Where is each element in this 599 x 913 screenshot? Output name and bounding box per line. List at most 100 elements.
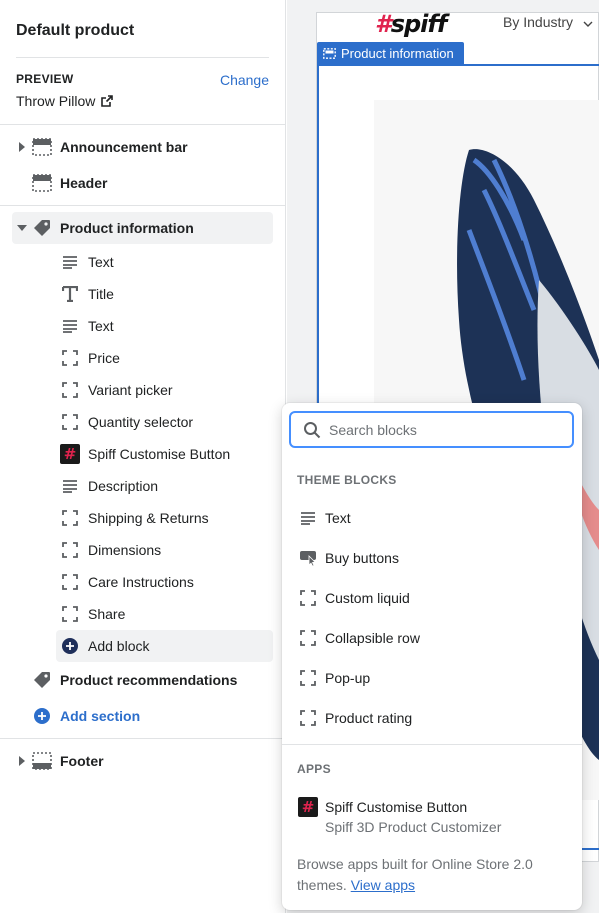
search-field[interactable] [289,411,574,448]
section-label: Footer [60,753,104,769]
block-label: Description [88,478,159,494]
block-label: Share [88,606,126,622]
section-header[interactable]: Header [0,167,286,199]
apps-heading: APPS [297,762,331,776]
section-label: Product recommendations [60,672,238,688]
store-logo-text: spiff [390,10,448,38]
dashed-square-icon [60,508,80,528]
block-item[interactable]: Share [0,598,286,630]
plus-circle-icon [60,636,80,656]
theme-block-option[interactable]: Pop-up [282,660,582,696]
layout-header-icon [32,137,52,157]
dashed-square-icon [60,572,80,592]
external-link-icon [101,95,114,107]
text-icon [60,316,80,336]
dashed-square-icon [60,380,80,400]
theme-blocks-heading: THEME BLOCKS [297,473,397,487]
nav-by-industry[interactable]: By Industry [503,14,593,30]
caret-down-icon[interactable] [17,223,27,233]
add-block-button[interactable]: Add block [0,630,286,662]
block-label: Variant picker [88,382,173,398]
section-product-recommendations[interactable]: Product recommendations [0,664,286,696]
divider [16,57,269,58]
tag-icon [32,670,52,690]
change-preview-link[interactable]: Change [220,72,269,88]
add-section-button[interactable]: Add section [0,700,286,732]
dashed-square-icon [60,540,80,560]
layout-icon [323,48,336,59]
theme-block-label: Pop-up [325,670,371,686]
app-description: Spiff 3D Product Customizer [325,819,502,835]
theme-block-label: Buy buttons [325,550,399,566]
block-item[interactable]: # Spiff Customise Button [0,438,286,470]
buy-buttons-icon [298,548,318,568]
block-item[interactable]: Text [0,310,286,342]
sidebar-header: Default product [0,0,285,57]
plus-circle-icon [32,706,52,726]
block-item[interactable]: Title [0,278,286,310]
search-input[interactable] [329,419,559,441]
block-label: Price [88,350,120,366]
theme-block-option[interactable]: Buy buttons [282,540,582,576]
app-block-spiff[interactable]: # Spiff Customise Button Spiff 3D Produc… [282,795,582,839]
add-block-label: Add block [88,638,150,654]
block-item[interactable]: Quantity selector [0,406,286,438]
layout-header-icon [32,173,52,193]
theme-block-option[interactable]: Product rating [282,700,582,736]
dashed-square-icon [298,588,318,608]
theme-block-label: Collapsible row [325,630,420,646]
editor-sidebar: Default product PREVIEW Change Throw Pil… [0,0,286,913]
caret-right-icon[interactable] [17,142,27,152]
section-footer[interactable]: Footer [0,745,286,777]
dashed-square-icon [298,708,318,728]
title-icon [60,284,80,304]
spiff-app-icon: # [298,797,318,817]
block-label: Quantity selector [88,414,194,430]
text-icon [60,476,80,496]
block-item[interactable]: Care Instructions [0,566,286,598]
block-label: Text [88,318,114,334]
section-product-information[interactable]: Product information [0,212,286,244]
block-item[interactable]: Variant picker [0,374,286,406]
block-label: Care Instructions [88,574,194,590]
theme-block-label: Text [325,510,351,526]
block-item[interactable]: Shipping & Returns [0,502,286,534]
add-block-popover: THEME BLOCKS Text Buy buttons Custom liqui… [282,403,582,910]
block-label: Shipping & Returns [88,510,209,526]
theme-block-option[interactable]: Custom liquid [282,580,582,616]
dashed-square-icon [60,604,80,624]
section-tag[interactable]: Product information [317,42,464,65]
block-label: Title [88,286,114,302]
section-label: Announcement bar [60,139,188,155]
spiff-app-icon: # [60,444,80,464]
dashed-square-icon [298,668,318,688]
add-section-label: Add section [60,708,141,724]
chevron-down-icon [583,21,593,27]
view-apps-link[interactable]: View apps [351,877,415,893]
theme-block-label: Product rating [325,710,413,726]
dashed-square-icon [298,628,318,648]
dashed-square-icon [60,348,80,368]
block-label: Spiff Customise Button [88,446,231,462]
theme-block-option[interactable]: Text [282,500,582,536]
divider [282,744,582,745]
block-label: Text [88,254,114,270]
store-logo[interactable]: #spiff [375,10,448,38]
section-label: Header [60,175,108,191]
block-label: Dimensions [88,542,162,558]
preview-panel: PREVIEW Change Throw Pillow [16,72,269,109]
dashed-square-icon [60,412,80,432]
text-icon [60,252,80,272]
theme-block-option[interactable]: Collapsible row [282,620,582,656]
block-item[interactable]: Description [0,470,286,502]
section-announcement-bar[interactable]: Announcement bar [0,131,286,163]
block-item[interactable]: Price [0,342,286,374]
app-name: Spiff Customise Button [325,799,468,815]
section-label: Product information [60,220,194,236]
preview-product-name: Throw Pillow [16,93,96,109]
block-item[interactable]: Dimensions [0,534,286,566]
preview-product[interactable]: Throw Pillow [16,93,269,109]
block-item[interactable]: Text [0,246,286,278]
page-title: Default product [16,22,135,39]
caret-right-icon[interactable] [17,756,27,766]
